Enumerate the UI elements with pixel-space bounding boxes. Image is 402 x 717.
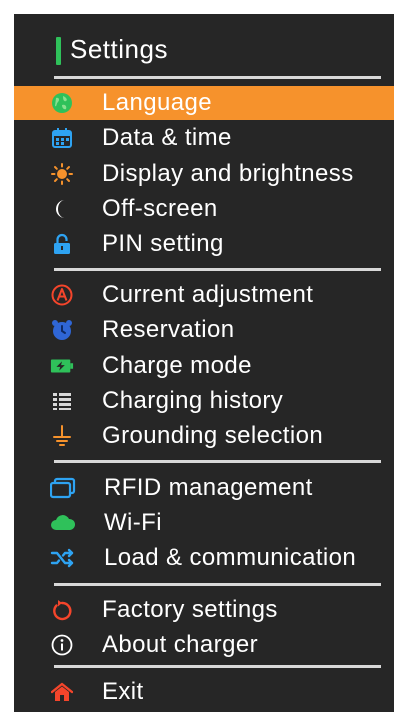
list-icon xyxy=(50,389,74,413)
menu-item-language[interactable]: Language xyxy=(14,86,394,120)
rfid-card-icon xyxy=(50,476,76,500)
sun-icon xyxy=(50,162,74,186)
menu-item-label: Language xyxy=(102,89,212,116)
settings-panel: Settings Language Data & time Display an… xyxy=(14,14,394,712)
current-a-icon xyxy=(50,283,74,307)
header: Settings xyxy=(14,14,394,78)
calendar-icon xyxy=(50,126,74,150)
menu-item-rfid-management[interactable]: RFID management xyxy=(14,471,394,505)
menu-item-pin-setting[interactable]: PIN setting xyxy=(14,227,394,261)
menu-item-label: Factory settings xyxy=(102,596,278,623)
divider xyxy=(54,460,381,463)
menu-item-exit[interactable]: Exit xyxy=(14,675,394,709)
lock-icon xyxy=(50,232,74,256)
divider xyxy=(54,76,381,79)
header-accent-bar xyxy=(56,37,61,65)
menu-item-label: Charge mode xyxy=(102,352,252,379)
menu-item-wifi[interactable]: Wi-Fi xyxy=(14,506,394,540)
menu-item-label: Wi-Fi xyxy=(104,509,162,536)
home-icon xyxy=(50,680,74,704)
alarm-clock-icon xyxy=(50,318,74,342)
menu-item-date-time[interactable]: Data & time xyxy=(14,121,394,155)
divider xyxy=(54,665,381,668)
shuffle-icon xyxy=(50,546,76,570)
divider xyxy=(54,583,381,586)
menu-item-label: Display and brightness xyxy=(102,160,354,187)
menu-item-factory-settings[interactable]: Factory settings xyxy=(14,593,394,627)
menu-item-label: Data & time xyxy=(102,124,232,151)
globe-icon xyxy=(50,91,74,115)
menu-item-load-communication[interactable]: Load & communication xyxy=(14,541,394,575)
moon-icon xyxy=(50,197,74,221)
menu-item-about-charger[interactable]: About charger xyxy=(14,628,394,662)
ground-icon xyxy=(50,424,74,448)
menu-item-charge-mode[interactable]: Charge mode xyxy=(14,349,394,383)
menu-item-label: Off-screen xyxy=(102,195,218,222)
menu-item-charging-history[interactable]: Charging history xyxy=(14,384,394,418)
cloud-icon xyxy=(50,511,76,535)
screen-frame: Settings Language Data & time Display an… xyxy=(0,0,402,717)
menu-item-current-adjustment[interactable]: Current adjustment xyxy=(14,278,394,312)
menu-item-label: RFID management xyxy=(104,474,313,501)
menu-item-label: PIN setting xyxy=(102,230,224,257)
info-icon xyxy=(50,633,74,657)
menu-item-label: About charger xyxy=(102,631,258,658)
menu-item-off-screen[interactable]: Off-screen xyxy=(14,192,394,226)
menu-item-reservation[interactable]: Reservation xyxy=(14,313,394,347)
menu-item-label: Reservation xyxy=(102,316,235,343)
menu-item-label: Charging history xyxy=(102,387,284,414)
menu-item-display-brightness[interactable]: Display and brightness xyxy=(14,157,394,191)
battery-icon xyxy=(50,354,74,378)
menu-item-label: Exit xyxy=(102,678,144,705)
menu-item-label: Current adjustment xyxy=(102,281,314,308)
page-title: Settings xyxy=(70,34,168,64)
divider xyxy=(54,268,381,271)
menu-item-label: Grounding selection xyxy=(102,422,324,449)
reset-icon xyxy=(50,598,74,622)
menu-item-label: Load & communication xyxy=(104,544,357,571)
menu-item-grounding-selection[interactable]: Grounding selection xyxy=(14,419,394,453)
